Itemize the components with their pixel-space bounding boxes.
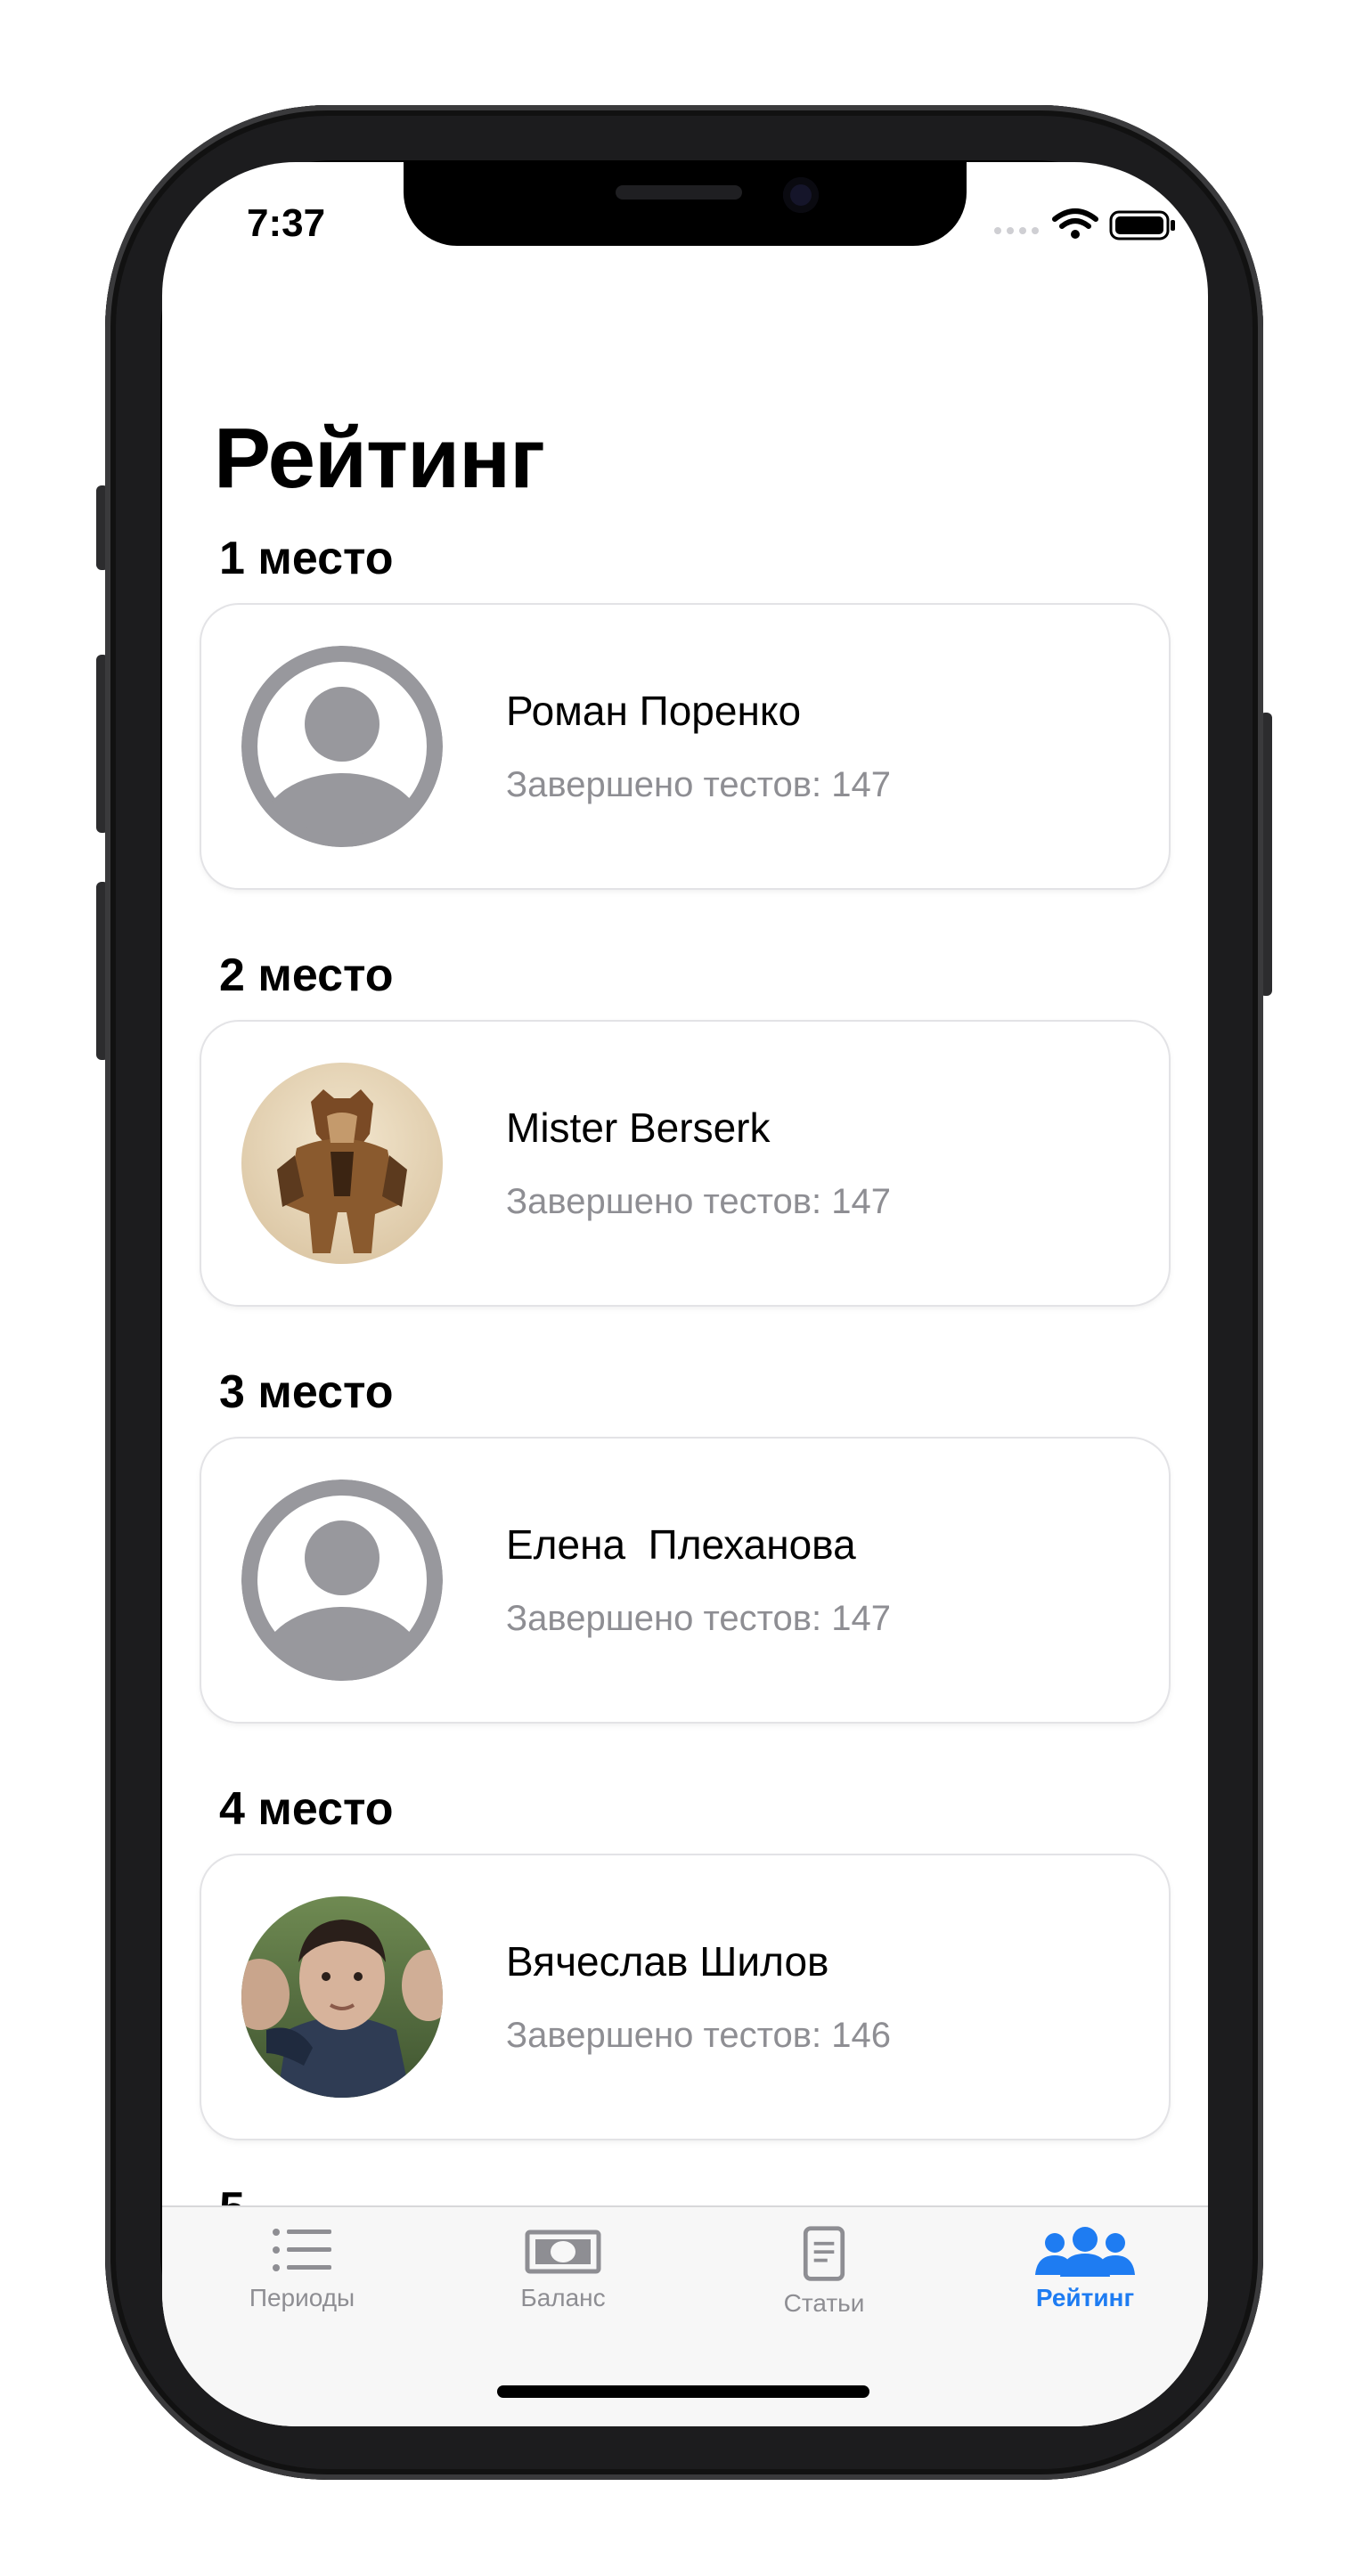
tab-label: Периоды bbox=[249, 2284, 355, 2311]
cellular-signal-icon bbox=[994, 227, 1039, 234]
rating-card[interactable]: Вячеслав Шилов Завершено тестов: 146 bbox=[201, 1855, 1169, 2139]
rating-card[interactable]: Елена Плеханова Завершено тестов: 147 bbox=[201, 1439, 1169, 1722]
user-name: Вячеслав Шилов bbox=[506, 1938, 829, 1985]
app-screen: 7:37 Рейтинг 1 место Роман Поренко Завер… bbox=[162, 162, 1208, 2426]
tab-label: Баланс bbox=[520, 2284, 606, 2311]
user-name: Елена Плеханова bbox=[506, 1521, 856, 1568]
wifi-icon bbox=[1052, 208, 1098, 229]
tests-completed: Завершено тестов: 147 bbox=[506, 1182, 891, 1221]
rank-label: 2 место bbox=[219, 950, 394, 1001]
tab-balance[interactable]: Баланс bbox=[474, 2225, 652, 2350]
people-icon bbox=[1035, 2227, 1135, 2277]
rank-label: 4 место bbox=[219, 1783, 394, 1835]
battery-icon bbox=[1109, 210, 1175, 240]
rating-card[interactable]: Mister Berserk Завершено тестов: 147 bbox=[201, 1022, 1169, 1305]
tab-articles[interactable]: Статьи bbox=[735, 2225, 913, 2350]
tab-rating[interactable]: Рейтинг bbox=[996, 2225, 1174, 2350]
rank-label: 3 место bbox=[219, 1366, 394, 1418]
placeholder-avatar-icon bbox=[241, 646, 443, 847]
user-photo-avatar bbox=[241, 1896, 443, 2098]
tests-completed: Завершено тестов: 146 bbox=[506, 2016, 891, 2055]
tab-label: Рейтинг bbox=[1035, 2284, 1135, 2311]
user-photo-avatar bbox=[241, 1063, 443, 1264]
banknote-icon bbox=[525, 2230, 601, 2274]
rating-card[interactable]: Роман Поренко Завершено тестов: 147 bbox=[201, 605, 1169, 888]
tab-periods[interactable]: Периоды bbox=[213, 2225, 391, 2350]
tests-completed: Завершено тестов: 147 bbox=[506, 1599, 891, 1638]
home-indicator[interactable] bbox=[497, 2385, 869, 2398]
list-icon bbox=[273, 2229, 331, 2271]
page-title: Рейтинг bbox=[214, 411, 545, 506]
tab-label: Статьи bbox=[783, 2289, 865, 2317]
rank-label: 1 место bbox=[219, 533, 394, 584]
status-time: 7:37 bbox=[247, 201, 326, 245]
user-name: Роман Поренко bbox=[506, 688, 802, 734]
document-icon bbox=[803, 2226, 845, 2281]
status-icons bbox=[994, 208, 1175, 240]
user-name: Mister Berserk bbox=[506, 1105, 771, 1151]
tests-completed: Завершено тестов: 147 bbox=[506, 765, 891, 804]
placeholder-avatar-icon bbox=[241, 1480, 443, 1681]
notch bbox=[404, 162, 967, 246]
front-camera bbox=[783, 177, 819, 213]
